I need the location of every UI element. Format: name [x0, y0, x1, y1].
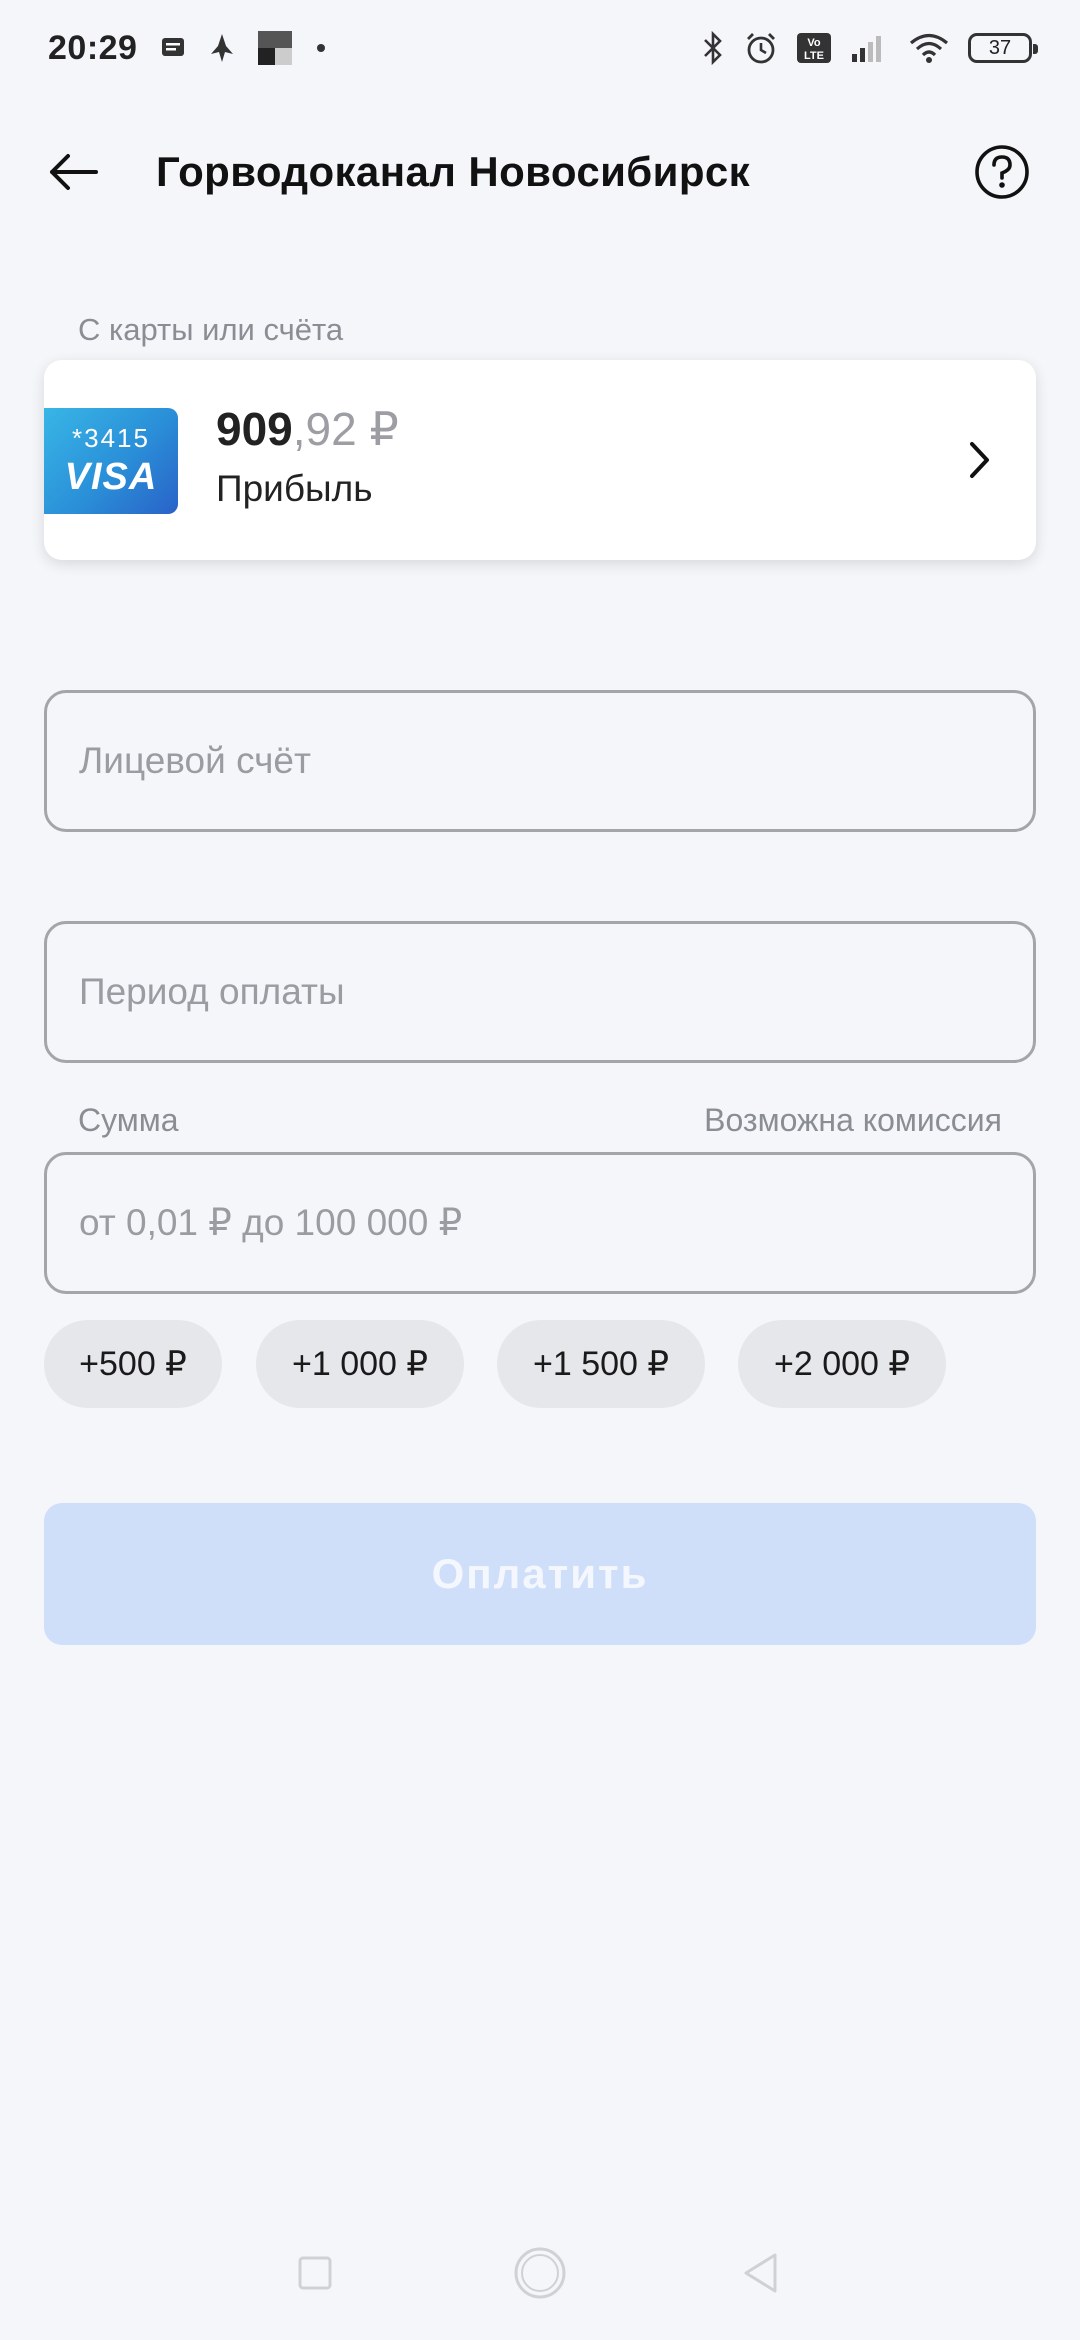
- page-title: Горводоканал Новосибирск: [156, 148, 751, 195]
- status-time: 20:29: [48, 28, 138, 67]
- back-button[interactable]: [44, 144, 104, 204]
- svg-text:Vo: Vo: [807, 37, 821, 49]
- chip-500[interactable]: +500 ₽: [44, 1320, 222, 1408]
- home-button[interactable]: [500, 2230, 580, 2320]
- help-button[interactable]: [972, 144, 1032, 204]
- status-left: 20:29: [48, 29, 327, 68]
- status-right: Vo LTE 37: [700, 31, 1038, 65]
- balance-fraction: ,92 ₽: [292, 403, 399, 455]
- amount-input[interactable]: [79, 1202, 1033, 1244]
- question-circle-icon: [974, 144, 1030, 205]
- pay-button[interactable]: Оплатить: [44, 1503, 1036, 1645]
- dot-icon: [315, 42, 327, 54]
- app-tile-icon: [257, 30, 293, 66]
- chip-2000[interactable]: +2 000 ₽: [738, 1320, 946, 1408]
- chip-1500[interactable]: +1 500 ₽: [497, 1320, 705, 1408]
- battery-level: 37: [988, 36, 1012, 59]
- recents-button[interactable]: [275, 2230, 355, 2320]
- back-nav-button[interactable]: [720, 2230, 800, 2320]
- account-input[interactable]: [79, 740, 1033, 782]
- balance-whole: 909: [216, 403, 293, 455]
- bluetooth-icon: [700, 31, 726, 65]
- sum-label: Сумма: [78, 1102, 179, 1138]
- arrow-left-icon: [48, 152, 100, 197]
- wifi-icon: [908, 32, 950, 64]
- card-selector[interactable]: *3415 VISA 909,92 ₽ Прибыль: [44, 360, 1036, 560]
- visa-logo: VISA: [64, 456, 158, 498]
- signal-icon: [850, 32, 890, 64]
- message-icon: [159, 34, 187, 62]
- status-bar: 20:29 Vo LTE 37: [0, 0, 1080, 96]
- app-bar: Горводоканал Новосибирск: [0, 120, 1080, 228]
- alarm-icon: [744, 31, 778, 65]
- card-balance: 909,92 ₽: [216, 402, 399, 456]
- visa-card-image: *3415 VISA: [44, 408, 178, 514]
- svg-text:LTE: LTE: [804, 50, 824, 62]
- system-nav-bar: [0, 2230, 1080, 2320]
- chevron-right-icon: [960, 434, 1000, 486]
- home-circle-icon: [513, 2246, 567, 2305]
- amount-field[interactable]: [44, 1152, 1036, 1294]
- chip-1000[interactable]: +1 000 ₽: [256, 1320, 464, 1408]
- commission-label: Возможна комиссия: [704, 1102, 1002, 1138]
- card-masked-number: *3415: [72, 423, 150, 453]
- screen: 20:29 Vo LTE 37 Горводоканал Новосибирск…: [0, 0, 1080, 2340]
- back-triangle-icon: [740, 2251, 780, 2300]
- period-input[interactable]: [79, 971, 1033, 1013]
- battery-icon: 37: [968, 33, 1038, 63]
- rocket-icon: [209, 32, 235, 64]
- card-name: Прибыль: [216, 468, 373, 509]
- source-label: С карты или счёта: [78, 312, 344, 347]
- period-field[interactable]: [44, 921, 1036, 1063]
- account-field[interactable]: [44, 690, 1036, 832]
- recents-square-icon: [297, 2255, 333, 2296]
- volte-icon: Vo LTE: [796, 32, 832, 64]
